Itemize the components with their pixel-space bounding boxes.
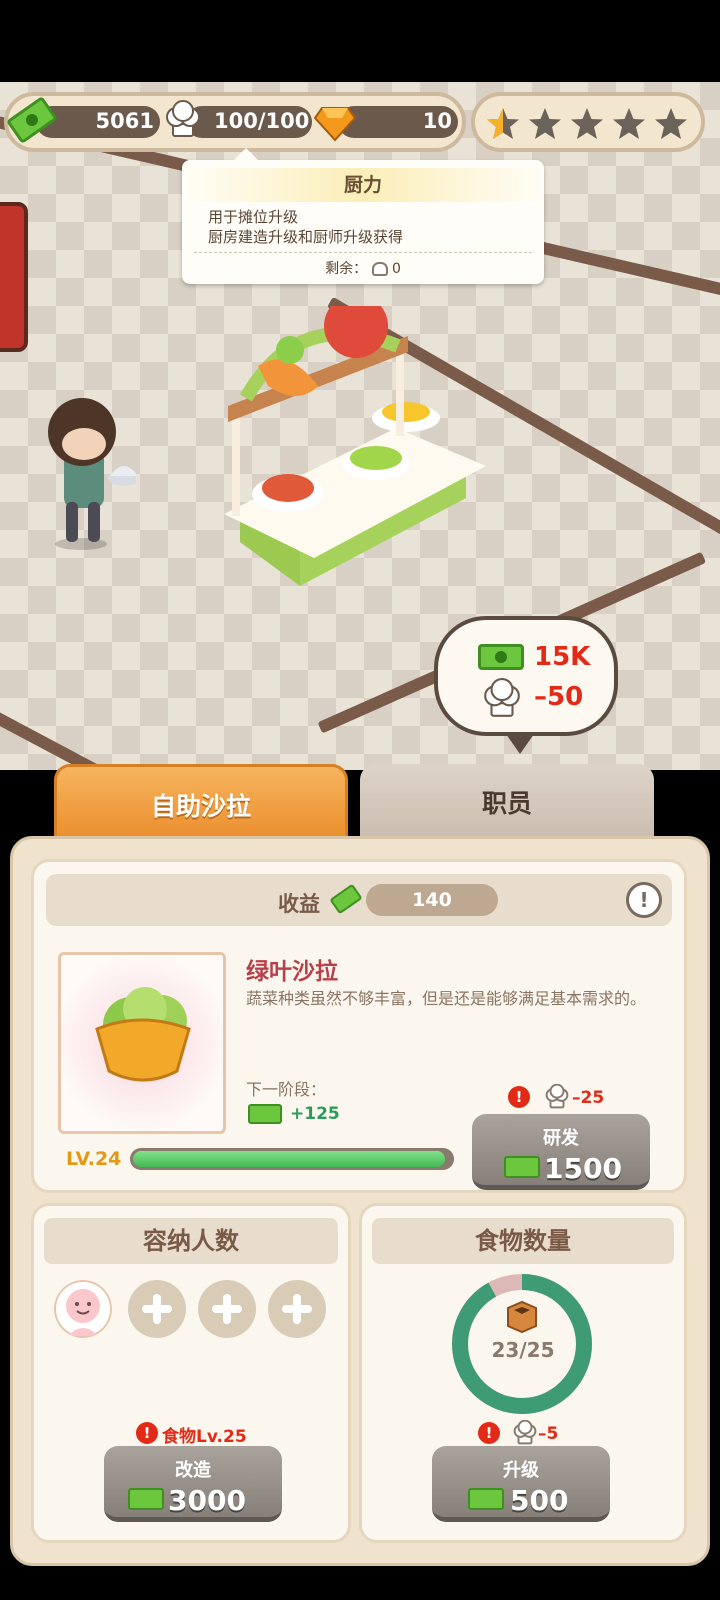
dish-card: 收益 140 ! 绿叶沙拉 蔬菜种类虽然不够丰富，但是还是能够满足基本需求的。 … <box>31 859 687 1193</box>
chef-hat-icon[interactable] <box>164 100 202 140</box>
tooltip-remaining: 剩余： 0 <box>182 258 544 278</box>
income-bar: 收益 140 ! <box>46 874 672 926</box>
add-seat-button[interactable] <box>198 1280 256 1338</box>
food-title: 食物数量 <box>372 1218 674 1264</box>
button-cost: 1500 <box>544 1152 622 1185</box>
food-quantity-card: 食物数量 23/25 ! –5 升级 500 <box>359 1203 687 1543</box>
research-requirement: –25 <box>572 1088 605 1108</box>
customer-avatar-icon <box>54 1280 112 1338</box>
cash-icon <box>329 883 363 915</box>
dish-image <box>58 952 226 1134</box>
level-progress-fill <box>133 1151 445 1167</box>
chef-hat-icon <box>484 678 520 717</box>
vehicle-edge <box>0 202 28 352</box>
info-button[interactable]: ! <box>626 882 662 918</box>
salad-bowl-icon <box>95 987 191 1082</box>
chef-power-value[interactable]: 100/100 <box>214 109 309 133</box>
cash-icon <box>128 1488 164 1510</box>
star-icon <box>613 108 645 139</box>
star-rating[interactable] <box>471 92 705 152</box>
income-value: 140 <box>412 889 452 911</box>
button-title: 升级 <box>503 1460 539 1481</box>
stall-panel: 收益 140 ! 绿叶沙拉 蔬菜种类虽然不够丰富，但是还是能够满足基本需求的。 … <box>10 836 710 1566</box>
cash-icon <box>478 644 524 670</box>
chef-hat-icon <box>513 1420 537 1445</box>
next-stage-value: +125 <box>290 1104 340 1124</box>
cost-chef-power: –50 <box>534 682 584 712</box>
cash-icon <box>248 1104 282 1124</box>
food-requirement: –5 <box>538 1424 559 1444</box>
capacity-card: 容纳人数 ! 食物Lv.25 改造 3000 <box>31 1203 351 1543</box>
gem-value: 10 <box>422 109 452 133</box>
tab-staff[interactable]: 职员 <box>360 764 654 838</box>
button-title: 改造 <box>175 1460 211 1481</box>
tab-salad-buffet[interactable]: 自助沙拉 <box>54 764 348 838</box>
gem-icon <box>314 107 356 142</box>
food-count: 23/25 <box>491 1338 555 1362</box>
income-label: 收益 <box>278 892 320 916</box>
chef-hat-icon <box>371 262 388 276</box>
upgrade-button[interactable]: 升级 500 <box>432 1446 610 1522</box>
dish-name: 绿叶沙拉 <box>246 959 338 985</box>
floor-divider <box>0 692 334 770</box>
next-stage-label: 下一阶段： <box>246 1080 327 1099</box>
star-icon-half <box>487 108 519 139</box>
warning-icon: ! <box>136 1422 158 1444</box>
research-button[interactable]: 研发 1500 <box>472 1114 650 1190</box>
tab-label: 自助沙拉 <box>150 792 251 821</box>
warning-icon: ! <box>478 1422 500 1444</box>
capacity-requirement: 食物Lv.25 <box>162 1427 247 1447</box>
button-title: 研发 <box>543 1128 579 1149</box>
level-label: LV.24 <box>66 1148 122 1170</box>
cash-icon <box>468 1488 504 1510</box>
tooltip-line-1: 用于摊位升级 <box>208 208 299 226</box>
tooltip-line-2: 厨房建造升级和厨师升级获得 <box>208 228 404 246</box>
capacity-title: 容纳人数 <box>44 1218 338 1264</box>
income-pill: 140 <box>366 884 498 916</box>
upgrade-cost-bubble[interactable]: 15K –50 <box>434 616 618 754</box>
tab-label: 职员 <box>481 789 532 818</box>
remaining-value: 0 <box>391 261 401 277</box>
star-icon <box>655 108 687 139</box>
renovate-button[interactable]: 改造 3000 <box>104 1446 282 1522</box>
add-seat-button[interactable] <box>128 1280 186 1338</box>
warning-icon: ! <box>508 1086 530 1108</box>
remaining-label: 剩余： <box>325 261 368 277</box>
level-progress-bar <box>130 1148 454 1170</box>
tooltip-title: 厨力 <box>182 168 544 202</box>
cash-icon <box>504 1156 540 1178</box>
cash-value: 5061 <box>95 109 154 133</box>
resource-bar: 5061 100/100 10 <box>4 92 466 152</box>
add-seat-button[interactable] <box>268 1280 326 1338</box>
chef-hat-icon <box>545 1084 569 1109</box>
chef-power-tooltip: 厨力 用于摊位升级 厨房建造升级和厨师升级获得 剩余： 0 <box>182 148 544 284</box>
button-cost: 3000 <box>168 1484 246 1517</box>
star-icon <box>571 108 603 139</box>
button-cost: 500 <box>510 1484 569 1517</box>
salad-bar-stall[interactable] <box>218 306 498 646</box>
dish-description: 蔬菜种类虽然不够丰富，但是还是能够满足基本需求的。 <box>246 989 647 1008</box>
crate-icon <box>507 1300 537 1334</box>
star-icon <box>529 108 561 139</box>
cost-cash: 15K <box>534 642 591 672</box>
waiter-character[interactable] <box>36 392 136 552</box>
tooltip-divider <box>194 252 532 253</box>
